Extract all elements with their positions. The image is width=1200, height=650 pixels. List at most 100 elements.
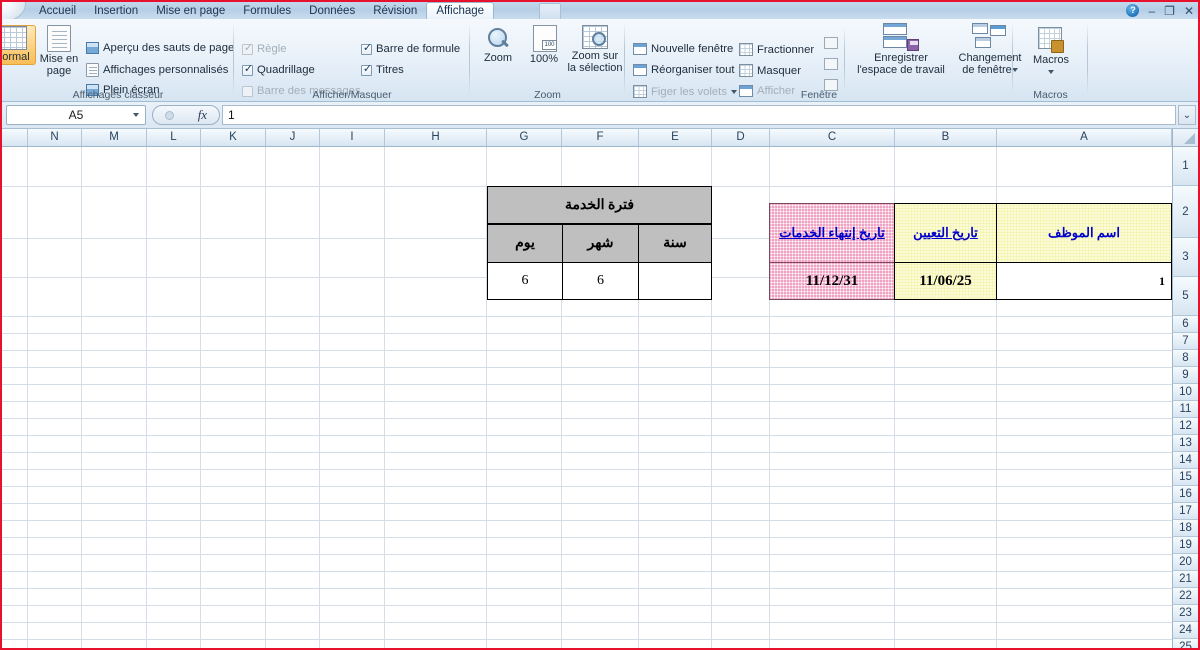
row-header-15[interactable]: 15	[1172, 469, 1198, 486]
row-header-2[interactable]: 2	[1172, 186, 1198, 238]
column-header-M[interactable]: M	[82, 129, 147, 146]
column-header-N[interactable]: N	[28, 129, 82, 146]
cell-service-period-value-yawm[interactable]: 6	[487, 262, 563, 300]
zoom-100-button[interactable]: 100%	[522, 25, 566, 66]
close-icon[interactable]: ✕	[1184, 5, 1194, 17]
row-header-10[interactable]: 10	[1172, 384, 1198, 401]
row-header-9[interactable]: 9	[1172, 367, 1198, 384]
formula-input[interactable]: 1	[222, 105, 1176, 125]
row-header-21[interactable]: 21	[1172, 571, 1198, 588]
column-header-A[interactable]: A	[997, 129, 1172, 146]
column-header-D[interactable]: D	[712, 129, 770, 146]
row-header-1[interactable]: 1	[1172, 147, 1198, 186]
row-header-18[interactable]: 18	[1172, 520, 1198, 537]
insert-function-icon[interactable]: fx	[198, 107, 207, 123]
row-header-25[interactable]: 25	[1172, 639, 1198, 648]
select-all-corner[interactable]	[1172, 129, 1198, 146]
checkbox-quadrillage-box[interactable]	[242, 65, 253, 76]
name-box-chevron-down-icon[interactable]	[133, 113, 139, 117]
arrange-all-button[interactable]: Réorganiser tout	[633, 64, 735, 76]
row-header-19[interactable]: 19	[1172, 537, 1198, 554]
group-title-zoom: Zoom	[470, 89, 625, 101]
split-button[interactable]: Fractionner	[739, 43, 814, 56]
macros-button[interactable]: Macros	[1025, 27, 1077, 78]
row-header-5[interactable]: 5	[1172, 277, 1198, 316]
cell-service-period-col-yawm[interactable]: يوم	[487, 224, 563, 263]
tab-extra[interactable]	[539, 3, 561, 19]
checkbox-regle-box[interactable]	[242, 44, 253, 55]
help-icon[interactable]: ?	[1126, 4, 1139, 17]
checkbox-quadrillage[interactable]: Quadrillage	[242, 64, 315, 76]
column-header-F[interactable]: F	[562, 129, 639, 146]
column-header-G[interactable]: G	[487, 129, 562, 146]
checkbox-regle[interactable]: Règle	[242, 43, 287, 55]
checkbox-titres-box[interactable]	[361, 65, 372, 76]
checkbox-barre-de-formule[interactable]: Barre de formule	[361, 43, 460, 55]
row-header-17[interactable]: 17	[1172, 503, 1198, 520]
restore-icon[interactable]: ❐	[1164, 5, 1175, 17]
row-header-14[interactable]: 14	[1172, 452, 1198, 469]
column-header-H[interactable]: H	[385, 129, 487, 146]
row-header-3[interactable]: 3	[1172, 238, 1198, 277]
row-header-13[interactable]: 13	[1172, 435, 1198, 452]
row-header-7[interactable]: 7	[1172, 333, 1198, 350]
grid-area[interactable]: فترة الخدمة يوم شهر سنة 6 6 تاريخ إنتهاء…	[2, 147, 1172, 648]
cancel-enter-icon[interactable]	[165, 111, 174, 120]
row-header-20[interactable]: 20	[1172, 554, 1198, 571]
macros-chevron-down-icon[interactable]	[1048, 70, 1054, 74]
formula-bar-expand-icon[interactable]: ⌄	[1178, 105, 1196, 125]
tab-insertion[interactable]: Insertion	[85, 3, 147, 19]
view-side-by-side-icon[interactable]	[824, 37, 838, 49]
cell-service-period-col-shahr[interactable]: شهر	[562, 224, 639, 263]
column-header-blank[interactable]	[2, 129, 28, 146]
zoom-button[interactable]: Zoom	[476, 27, 520, 65]
cell-value-hire-date[interactable]: 11/06/25	[894, 262, 997, 300]
row-header-12[interactable]: 12	[1172, 418, 1198, 435]
zoom-to-selection-button[interactable]: Zoom sur la sélection	[566, 25, 624, 74]
cell-header-end-of-service-date[interactable]: تاريخ إنتهاء الخدمات	[769, 203, 895, 263]
column-header-C[interactable]: C	[770, 129, 895, 146]
tab-accueil[interactable]: Accueil	[30, 3, 85, 19]
name-box[interactable]: A5	[6, 105, 146, 125]
column-header-E[interactable]: E	[639, 129, 712, 146]
cell-service-period-header[interactable]: فترة الخدمة	[487, 186, 712, 224]
column-header-B[interactable]: B	[895, 129, 997, 146]
row-header-8[interactable]: 8	[1172, 350, 1198, 367]
minimize-icon[interactable]: –	[1148, 5, 1155, 17]
cell-service-period-value-sana[interactable]	[638, 262, 712, 300]
view-page-layout-button[interactable]: Mise en page	[38, 25, 80, 77]
cell-header-employee-name[interactable]: اسم الموظف	[996, 203, 1172, 263]
column-header-K[interactable]: K	[201, 129, 266, 146]
cell-service-period-col-sana[interactable]: سنة	[638, 224, 712, 263]
custom-views-button[interactable]: Affichages personnalisés	[86, 63, 228, 77]
cell-value-end-of-service-date[interactable]: 11/12/31	[769, 262, 895, 300]
row-header-11[interactable]: 11	[1172, 401, 1198, 418]
row-header-16[interactable]: 16	[1172, 486, 1198, 503]
column-header-L[interactable]: L	[147, 129, 201, 146]
cell-header-hire-date[interactable]: تاريخ التعيين	[894, 203, 997, 263]
ribbon-group-zoom: Zoom 100% Zoom sur la sélection Zoom	[470, 19, 625, 102]
synchronous-scrolling-icon[interactable]	[824, 58, 838, 70]
tab-formules[interactable]: Formules	[234, 3, 300, 19]
row-header-22[interactable]: 22	[1172, 588, 1198, 605]
hide-button[interactable]: Masquer	[739, 64, 801, 77]
new-window-button[interactable]: Nouvelle fenêtre	[633, 43, 733, 55]
save-workspace-button[interactable]: Enregistrer l'espace de travail	[853, 23, 949, 76]
cell-value-employee-name[interactable]: 1	[996, 262, 1172, 300]
view-normal-button[interactable]: Normal	[0, 25, 36, 65]
page-layout-icon	[47, 25, 71, 52]
tab-revision[interactable]: Révision	[364, 3, 426, 19]
row-header-23[interactable]: 23	[1172, 605, 1198, 622]
page-break-preview-button[interactable]: Aperçu des sauts de page	[86, 42, 234, 54]
checkbox-barre-de-formule-box[interactable]	[361, 44, 372, 55]
tab-mise-en-page[interactable]: Mise en page	[147, 3, 234, 19]
column-header-I[interactable]: I	[320, 129, 385, 146]
row-header-24[interactable]: 24	[1172, 622, 1198, 639]
column-header-J[interactable]: J	[266, 129, 320, 146]
formula-bar: A5 fx 1 ⌄	[2, 102, 1198, 129]
tab-affichage[interactable]: Affichage	[426, 2, 494, 19]
tab-donnees[interactable]: Données	[300, 3, 364, 19]
cell-service-period-value-shahr[interactable]: 6	[562, 262, 639, 300]
row-header-6[interactable]: 6	[1172, 316, 1198, 333]
checkbox-titres[interactable]: Titres	[361, 64, 404, 76]
